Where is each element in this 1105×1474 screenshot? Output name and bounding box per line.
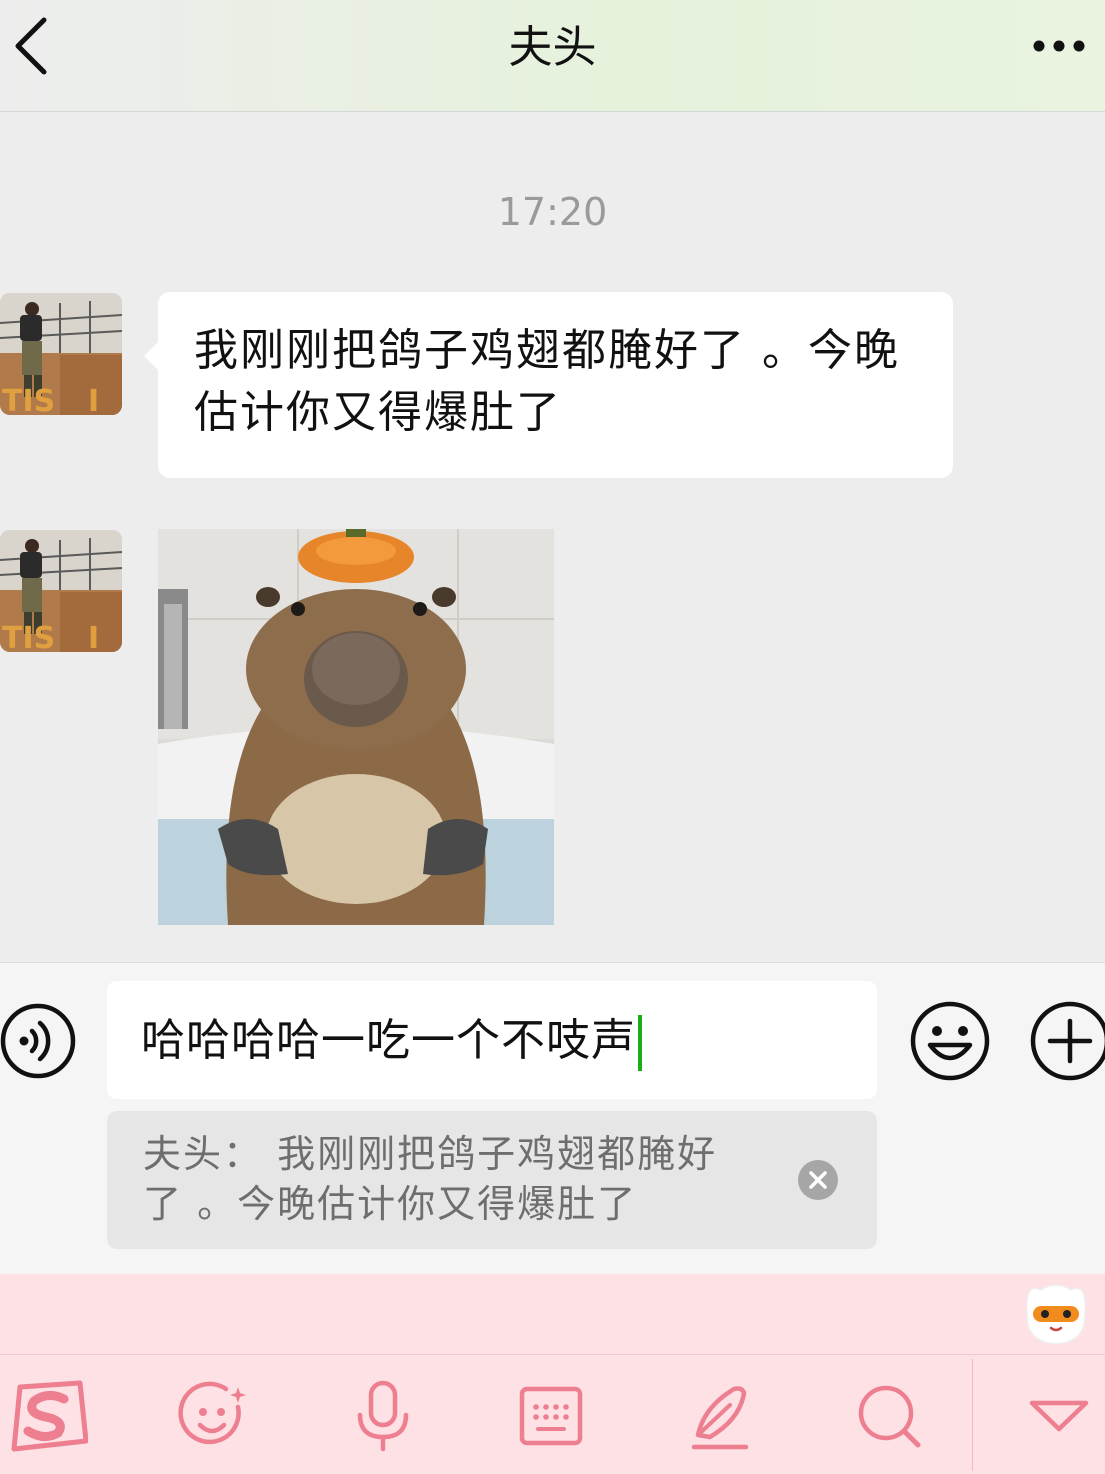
chat-header: 夫头 xyxy=(0,0,1105,112)
message-timestamp: 17:20 xyxy=(497,190,608,234)
search-icon xyxy=(858,1385,921,1448)
ime-emoji-button[interactable] xyxy=(176,1379,250,1453)
sogou-logo-button[interactable] xyxy=(8,1379,89,1453)
input-panel: 哈哈哈哈一吃一个不吱声 夫头： 我刚刚把鸽子鸡翅都腌好了 。今晚估计你又得爆肚了 xyxy=(0,962,1105,1274)
ime-handwriting-button[interactable] xyxy=(684,1379,758,1453)
message-bubble[interactable]: 我刚刚把鸽子鸡翅都腌好了 。今晚估计你又得爆肚了 xyxy=(144,292,953,478)
sticker-image[interactable] xyxy=(158,529,554,925)
svg-text:I: I xyxy=(88,384,99,415)
text-caret xyxy=(638,1015,642,1071)
sogou-logo-icon xyxy=(11,1380,89,1452)
message-input[interactable]: 哈哈哈哈一吃一个不吱声 xyxy=(107,981,877,1099)
message-text: 我刚刚把鸽子鸡翅都腌好了 。今晚估计你又得爆肚了 xyxy=(194,325,900,438)
ime-search-button[interactable] xyxy=(852,1379,926,1453)
chat-title: 夫头 xyxy=(508,22,597,73)
collapse-triangle-icon xyxy=(1029,1400,1089,1432)
quoted-message: 夫头： 我刚刚把鸽子鸡翅都腌好了 。今晚估计你又得爆肚了 xyxy=(107,1111,877,1249)
capybara-sticker-icon xyxy=(158,529,554,925)
ime-toolbar xyxy=(0,1354,1105,1474)
remove-quote-button[interactable] xyxy=(797,1159,839,1201)
ime-mascot-icon xyxy=(1026,1284,1086,1345)
ime-candidate-bar xyxy=(0,1274,1105,1354)
quoted-message-text: 夫头： 我刚刚把鸽子鸡翅都腌好了 。今晚估计你又得爆肚了 xyxy=(143,1132,718,1226)
more-dots-icon xyxy=(1033,40,1085,52)
ime-keyboard-button[interactable] xyxy=(514,1379,588,1453)
message-input-value: 哈哈哈哈一吃一个不吱声 xyxy=(141,1015,636,1066)
more-functions-button[interactable] xyxy=(1028,999,1105,1083)
close-circle-icon xyxy=(798,1160,838,1200)
emoji-button[interactable] xyxy=(908,999,992,1083)
avatar[interactable]: TIS I xyxy=(0,293,122,415)
svg-text:TIS: TIS xyxy=(2,621,55,652)
ime-divider xyxy=(972,1359,973,1471)
avatar[interactable]: TIS I xyxy=(0,530,122,652)
voice-icon xyxy=(0,1003,76,1079)
plus-icon xyxy=(1030,1001,1105,1081)
ime-voice-button[interactable] xyxy=(346,1379,420,1453)
more-options-button[interactable] xyxy=(1031,26,1087,66)
handwriting-pen-icon xyxy=(691,1386,749,1450)
svg-text:I: I xyxy=(88,621,99,652)
emoji-face-icon xyxy=(178,1381,246,1445)
svg-text:TIS: TIS xyxy=(2,384,55,415)
ime-mascot-button[interactable] xyxy=(1021,1278,1091,1350)
keyboard-icon xyxy=(519,1386,583,1446)
microphone-icon xyxy=(357,1380,409,1452)
voice-button[interactable] xyxy=(0,1001,78,1081)
emoji-icon xyxy=(910,1001,990,1081)
ime-collapse-button[interactable] xyxy=(1022,1379,1096,1453)
